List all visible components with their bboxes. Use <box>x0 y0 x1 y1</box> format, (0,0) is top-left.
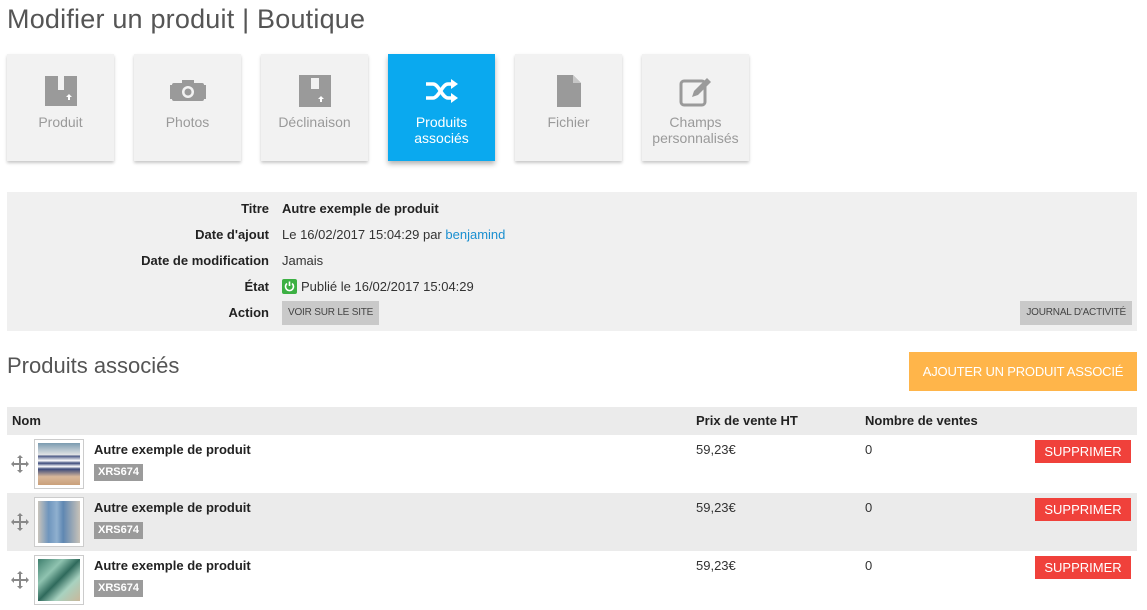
product-name[interactable]: Autre exemple de produit <box>94 558 251 573</box>
author-link[interactable]: benjamind <box>445 227 505 242</box>
delete-button[interactable]: Supprimer <box>1035 440 1131 463</box>
related-products-table: Nom Prix de vente HT Nombre de ventes Au… <box>7 407 1137 609</box>
camera-icon <box>169 74 206 108</box>
variant-box-icon <box>298 74 332 108</box>
product-sales: 0 <box>865 442 873 457</box>
drag-handle-icon[interactable] <box>11 571 29 594</box>
product-title-value: Autre exemple de produit <box>282 201 439 216</box>
activity-log-button[interactable]: Journal d'activité <box>1020 301 1132 325</box>
product-thumbnail[interactable] <box>34 555 84 605</box>
view-on-site-button[interactable]: Voir sur le site <box>282 301 380 325</box>
product-price: 59,23€ <box>696 558 736 573</box>
info-label: État <box>244 279 269 294</box>
info-row-action: Action <box>7 303 1137 323</box>
delete-button[interactable]: Supprimer <box>1035 498 1131 521</box>
power-icon <box>282 279 297 294</box>
info-row-added: Date d'ajout Le 16/02/2017 15:04:29 par … <box>7 225 1137 245</box>
page-title: Modifier un produit | Boutique <box>7 4 366 34</box>
drag-handle-icon[interactable] <box>11 513 29 536</box>
add-related-product-button[interactable]: Ajouter un produit associé <box>909 352 1137 391</box>
tab-declinaison[interactable]: Déclinaison <box>261 54 368 161</box>
tab-label: Déclinaison <box>278 114 351 130</box>
product-price: 59,23€ <box>696 442 736 457</box>
product-reference-badge: XRS674 <box>94 580 143 597</box>
product-tabs: Produit Photos Déclinaison Produits asso… <box>7 54 749 161</box>
tab-champs-personnalises[interactable]: Champs personnalisés <box>642 54 749 161</box>
edit-icon <box>679 74 713 108</box>
info-label: Date de modification <box>141 253 269 268</box>
file-icon <box>556 74 582 108</box>
tab-label: Fichier <box>547 114 590 130</box>
column-header-name[interactable]: Nom <box>12 413 41 428</box>
info-label: Date d'ajout <box>195 227 269 242</box>
table-row: Autre exemple de produit XRS674 59,23€ 0… <box>7 551 1137 609</box>
modified-date-value: Jamais <box>282 253 324 268</box>
product-thumbnail[interactable] <box>34 497 84 547</box>
product-price: 59,23€ <box>696 500 736 515</box>
section-title: Produits associés <box>7 353 180 378</box>
info-label: Action <box>228 305 269 320</box>
product-reference-badge: XRS674 <box>94 522 143 539</box>
info-label: Titre <box>241 201 269 216</box>
product-name[interactable]: Autre exemple de produit <box>94 500 251 515</box>
shuffle-icon <box>425 74 459 108</box>
info-row-title: Titre Autre exemple de produit <box>7 199 1137 219</box>
tab-label: Produits associés <box>414 114 469 146</box>
table-row: Autre exemple de produit XRS674 59,23€ 0… <box>7 435 1137 493</box>
table-header: Nom Prix de vente HT Nombre de ventes <box>7 407 1137 435</box>
info-row-state: État Publié le 16/02/2017 15:04:29 <box>7 277 1137 297</box>
column-header-price[interactable]: Prix de vente HT <box>696 413 798 428</box>
product-sales: 0 <box>865 558 873 573</box>
product-thumbnail[interactable] <box>34 439 84 489</box>
tab-label: Photos <box>165 114 210 130</box>
tab-label: Produit <box>38 114 83 130</box>
product-reference-badge: XRS674 <box>94 464 143 481</box>
state-value: Publié le 16/02/2017 15:04:29 <box>301 279 474 294</box>
tab-produits-associes[interactable]: Produits associés <box>388 54 495 161</box>
column-header-sales[interactable]: Nombre de ventes <box>865 413 978 428</box>
tab-label: Champs personnalisés <box>652 114 739 146</box>
box-icon <box>44 74 78 108</box>
product-info-panel: Titre Autre exemple de produit Date d'aj… <box>7 192 1137 331</box>
tab-photos[interactable]: Photos <box>134 54 241 161</box>
tab-fichier[interactable]: Fichier <box>515 54 622 161</box>
table-row: Autre exemple de produit XRS674 59,23€ 0… <box>7 493 1137 551</box>
info-row-modified: Date de modification Jamais <box>7 251 1137 271</box>
delete-button[interactable]: Supprimer <box>1035 556 1131 579</box>
drag-handle-icon[interactable] <box>11 455 29 478</box>
tab-produit[interactable]: Produit <box>7 54 114 161</box>
added-date-value: Le 16/02/2017 15:04:29 par <box>282 227 442 242</box>
product-name[interactable]: Autre exemple de produit <box>94 442 251 457</box>
product-sales: 0 <box>865 500 873 515</box>
